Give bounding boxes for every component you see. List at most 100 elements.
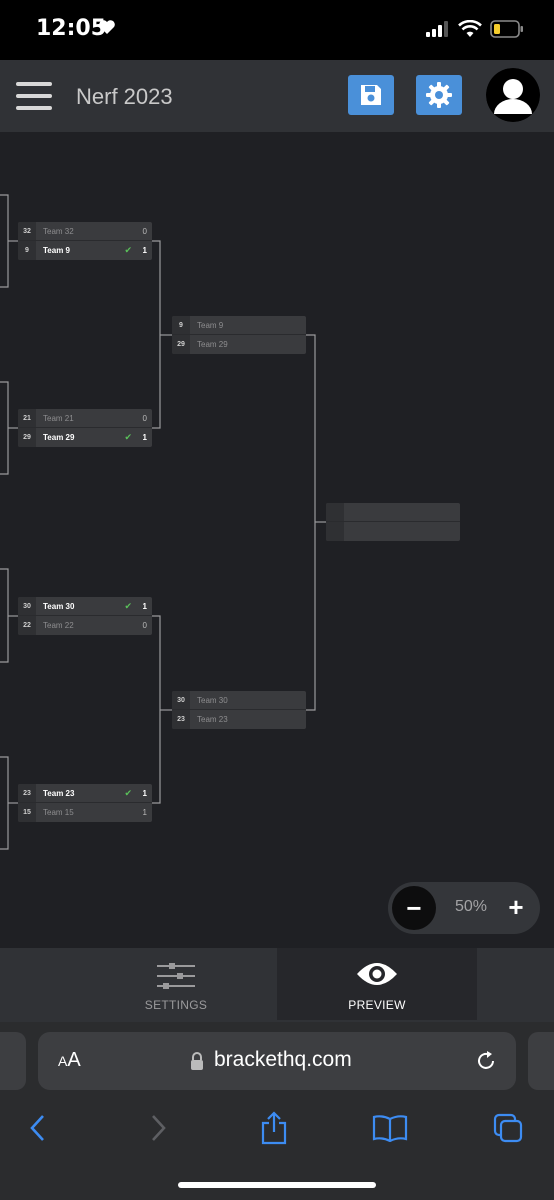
match-round1-3[interactable]: 30 Team 30 ✔ 1 22 Team 22 0 (18, 597, 152, 635)
page-title: Nerf 2023 (76, 84, 173, 109)
next-tab-preview[interactable] (528, 1032, 554, 1090)
team-score: 1 (142, 808, 147, 817)
match-row-winner[interactable]: 29 Team 29 ✔ 1 (18, 428, 152, 447)
browser-chrome: AA brackethq.com (0, 1022, 554, 1200)
team-name: Team 22 (43, 621, 74, 630)
match-row[interactable]: 9 Team 9 (172, 316, 306, 335)
match-round1-2[interactable]: 21 Team 21 0 29 Team 29 ✔ 1 (18, 409, 152, 447)
team-name: Team 32 (43, 226, 74, 236)
match-round2-1[interactable]: 9 Team 9 29 Team 29 (172, 316, 306, 354)
bookmarks-button[interactable] (372, 1110, 408, 1146)
seed-number: 29 (18, 428, 36, 447)
tabs-button[interactable] (490, 1110, 526, 1146)
seed-number: 22 (18, 616, 36, 635)
match-row-empty[interactable] (326, 503, 460, 522)
match-row-empty[interactable] (326, 522, 460, 541)
bottom-tab-bar: SETTINGS PREVIEW (0, 948, 554, 1022)
match-round1-4[interactable]: 23 Team 23 ✔ 1 15 Team 15 1 (18, 784, 152, 822)
team-name: Team 21 (43, 413, 74, 423)
match-row[interactable]: 29 Team 29 (172, 335, 306, 354)
match-round1-1[interactable]: 32 Team 32 0 9 Team 9 ✔ 1 (18, 222, 152, 260)
share-icon (261, 1111, 287, 1145)
tabs-overview-icon (493, 1113, 523, 1143)
winner-check-icon: ✔ (124, 245, 132, 255)
lock-icon (191, 1052, 203, 1070)
bracket-canvas[interactable]: 32 Team 32 0 9 Team 9 ✔ 1 21 Team 21 0 2… (0, 132, 554, 948)
zoom-out-button[interactable]: − (392, 886, 436, 930)
cellular-signal-icon (426, 21, 448, 37)
zoom-control: − 50% + (388, 882, 540, 934)
reload-icon[interactable] (474, 1049, 498, 1073)
back-button[interactable] (20, 1110, 56, 1146)
status-bar: 12:05 (0, 0, 554, 60)
forward-button[interactable] (140, 1110, 176, 1146)
gear-icon (426, 82, 452, 108)
match-row[interactable]: 23 Team 23 (172, 710, 306, 729)
team-name: Team 29 (197, 340, 228, 349)
zoom-in-button[interactable]: + (500, 892, 532, 924)
team-name: Team 9 (43, 246, 70, 255)
book-icon (372, 1115, 408, 1142)
chevron-right-icon (152, 1115, 166, 1141)
save-button[interactable] (348, 75, 394, 115)
match-row[interactable]: 22 Team 22 0 (18, 616, 152, 635)
team-name: Team 15 (43, 808, 74, 817)
match-row[interactable]: 21 Team 21 0 (18, 409, 152, 428)
seed-number: 15 (18, 803, 36, 822)
match-row[interactable]: 30 Team 30 (172, 691, 306, 710)
tab-preview[interactable]: PREVIEW (277, 948, 477, 1020)
chevron-left-icon (30, 1115, 44, 1141)
floppy-disk-icon (361, 85, 381, 105)
wifi-icon (458, 20, 482, 37)
reader-text-size-button[interactable]: AA (58, 1049, 81, 1072)
team-name: Team 9 (197, 320, 224, 330)
winner-check-icon: ✔ (124, 432, 132, 442)
match-row[interactable]: 32 Team 32 0 (18, 222, 152, 241)
previous-tab-preview[interactable] (0, 1032, 26, 1090)
seed-number: 32 (18, 222, 36, 240)
team-score: 0 (142, 226, 147, 236)
url-text: brackethq.com (214, 1048, 352, 1071)
seed-number: 9 (172, 316, 190, 334)
seed-number (326, 503, 344, 521)
app-header: Nerf 2023 (0, 60, 554, 132)
seed-number: 21 (18, 409, 36, 427)
hamburger-menu-icon[interactable] (16, 82, 52, 110)
seed-number: 9 (18, 241, 36, 260)
share-button[interactable] (256, 1110, 292, 1146)
team-score: 0 (142, 413, 147, 423)
match-row[interactable]: 15 Team 15 1 (18, 803, 152, 822)
team-name: Team 30 (43, 601, 75, 611)
address-bar[interactable]: AA brackethq.com (38, 1032, 516, 1090)
team-name: Team 29 (43, 433, 75, 442)
seed-number: 29 (172, 335, 190, 354)
sliders-icon (157, 963, 195, 989)
user-avatar[interactable] (486, 68, 540, 122)
team-score: 0 (142, 621, 147, 630)
team-name: Team 23 (43, 788, 75, 798)
seed-number: 23 (18, 784, 36, 802)
home-indicator (178, 1182, 376, 1188)
seed-number (326, 522, 344, 541)
match-row-winner[interactable]: 9 Team 9 ✔ 1 (18, 241, 152, 260)
team-score: 1 (142, 601, 147, 611)
user-icon (486, 68, 540, 122)
match-row-winner[interactable]: 30 Team 30 ✔ 1 (18, 597, 152, 616)
status-time: 12:05 (36, 16, 107, 41)
tab-settings[interactable]: SETTINGS (76, 948, 276, 1020)
settings-button[interactable] (416, 75, 462, 115)
tab-settings-label: SETTINGS (144, 998, 208, 1012)
team-score: 1 (142, 788, 147, 798)
match-row-winner[interactable]: 23 Team 23 ✔ 1 (18, 784, 152, 803)
team-score: 1 (142, 246, 147, 255)
match-final[interactable] (326, 503, 460, 541)
match-round2-2[interactable]: 30 Team 30 23 Team 23 (172, 691, 306, 729)
eye-icon (357, 963, 397, 985)
tab-preview-label: PREVIEW (348, 998, 406, 1012)
team-score: 1 (142, 433, 147, 442)
heart-icon (99, 20, 115, 34)
seed-number: 30 (172, 691, 190, 709)
seed-number: 23 (172, 710, 190, 729)
team-name: Team 30 (197, 695, 228, 705)
seed-number: 30 (18, 597, 36, 615)
